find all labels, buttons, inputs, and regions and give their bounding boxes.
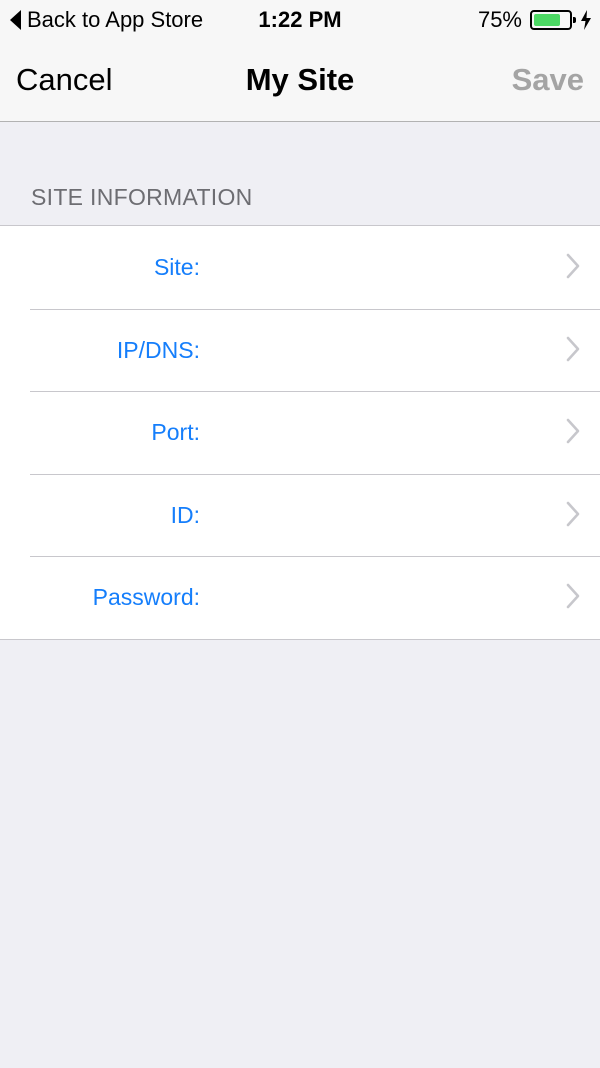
status-bar: Back to App Store 1:22 PM 75%	[0, 0, 600, 40]
site-information-table: Site: IP/DNS: Port: ID: Password:	[0, 225, 600, 640]
row-ip-dns[interactable]: IP/DNS:	[0, 308, 600, 392]
row-label-id: ID:	[170, 501, 200, 528]
chevron-right-icon	[566, 418, 580, 444]
row-label-site: Site:	[153, 254, 200, 280]
battery-percent: 75%	[477, 7, 522, 32]
section-header-site-information: SITE INFORMATION	[31, 184, 253, 210]
save-button[interactable]: Save	[512, 62, 584, 98]
status-right: 75%	[478, 6, 592, 34]
page-title: My Site	[245, 62, 355, 97]
battery-icon	[530, 10, 576, 30]
row-label-ip-dns: IP/DNS:	[116, 336, 200, 363]
chevron-right-icon	[566, 583, 580, 609]
row-port[interactable]: Port:	[0, 391, 600, 474]
screen: Back to App Store 1:22 PM 75% Cancel My …	[0, 0, 600, 1068]
row-label-port: Port:	[151, 419, 200, 445]
chevron-right-icon	[566, 336, 580, 361]
row-id[interactable]: ID:	[0, 473, 600, 557]
chevron-right-icon	[566, 501, 580, 526]
chevron-right-icon	[566, 253, 580, 279]
row-label-password: Password:	[92, 584, 200, 610]
navigation-bar: Cancel My Site Save	[0, 40, 600, 122]
charging-bolt-icon	[581, 10, 591, 30]
battery-fill	[534, 14, 560, 26]
row-site[interactable]: Site:	[0, 226, 600, 309]
battery-nub	[573, 17, 576, 23]
row-password[interactable]: Password:	[0, 556, 600, 639]
